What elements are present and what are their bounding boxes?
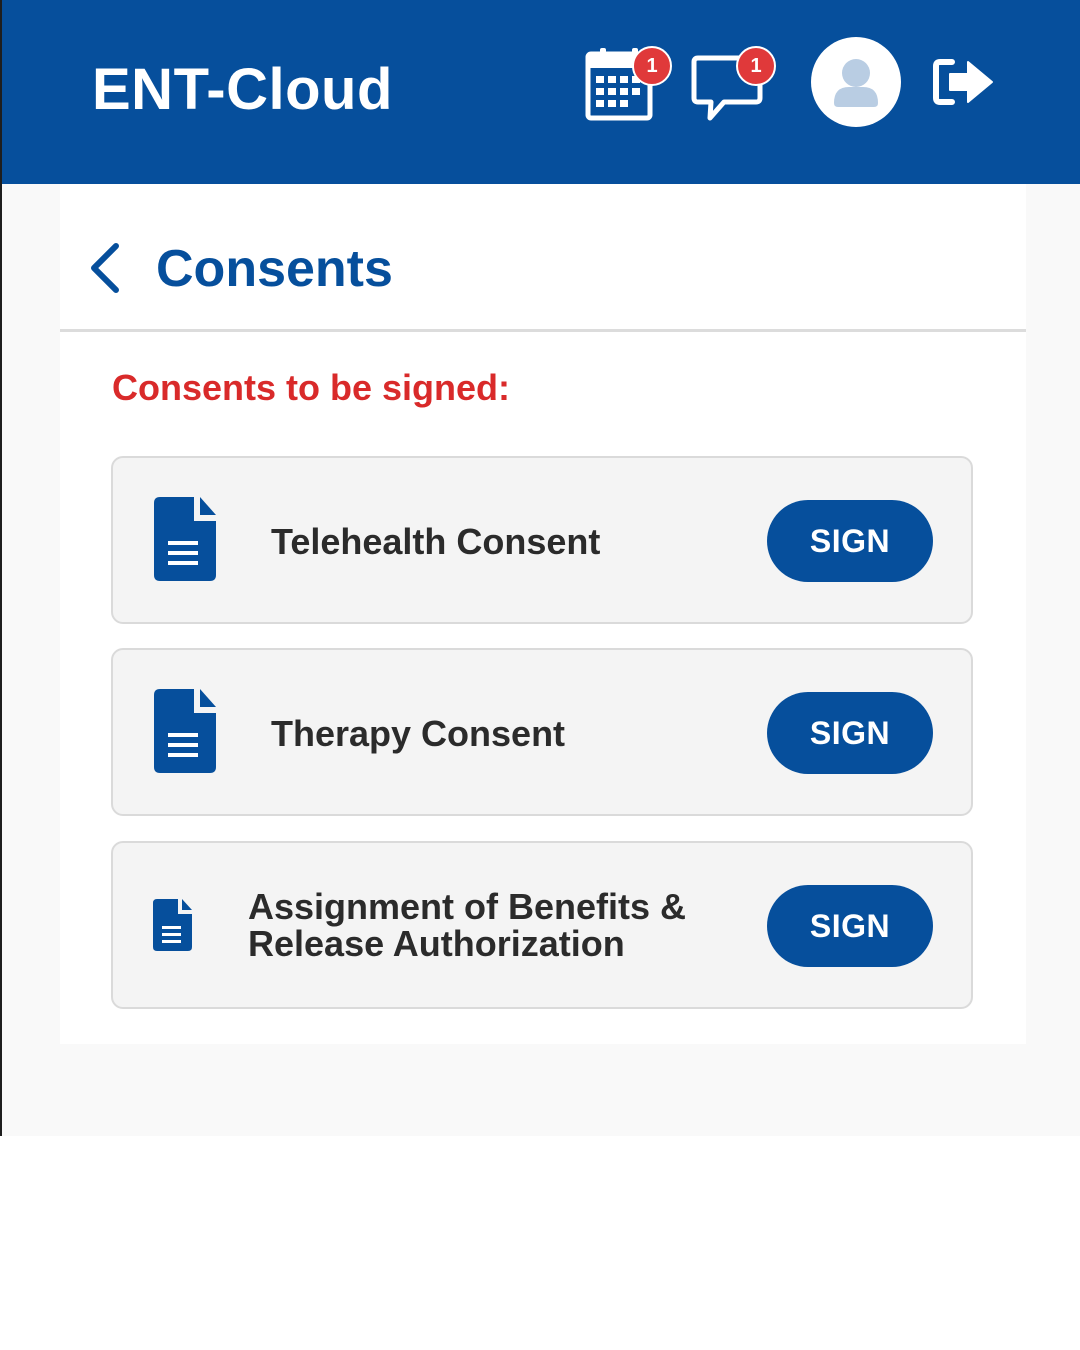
messages-badge: 1 (736, 46, 776, 86)
app-frame: ENT-Cloud 1 1 Consents Consents to be si… (0, 0, 1080, 1136)
calendar-button[interactable]: 1 (584, 46, 674, 122)
page-header: Consents (60, 184, 1026, 332)
app-title: ENT-Cloud (92, 57, 393, 122)
logout-button[interactable] (932, 56, 996, 108)
document-icon (154, 497, 218, 581)
consent-name: Therapy Consent (271, 713, 566, 754)
back-button[interactable] (86, 242, 126, 294)
sign-button-therapy[interactable]: SIGN (767, 692, 933, 774)
consent-card-therapy: Therapy Consent SIGN (111, 648, 973, 816)
document-icon (154, 689, 218, 773)
section-heading: Consents to be signed: (112, 367, 511, 408)
logout-icon (933, 59, 993, 105)
consent-name: Assignment of Benefits & Release Authori… (248, 886, 687, 964)
user-avatar-button[interactable] (811, 37, 901, 127)
sign-button-assignment-of-benefits[interactable]: SIGN (767, 885, 933, 967)
calendar-badge: 1 (632, 46, 672, 86)
consent-name: Telehealth Consent (271, 521, 601, 562)
sign-button-telehealth[interactable]: SIGN (767, 500, 933, 582)
consent-card-assignment-of-benefits: Assignment of Benefits & Release Authori… (111, 841, 973, 1009)
page-title: Consents (156, 240, 393, 298)
messages-button[interactable]: 1 (690, 46, 780, 124)
chevron-left-icon (91, 243, 119, 293)
top-navigation-bar: ENT-Cloud 1 1 (2, 0, 1080, 184)
document-icon (153, 899, 193, 951)
consent-card-telehealth: Telehealth Consent SIGN (111, 456, 973, 624)
user-avatar-icon (834, 59, 878, 107)
